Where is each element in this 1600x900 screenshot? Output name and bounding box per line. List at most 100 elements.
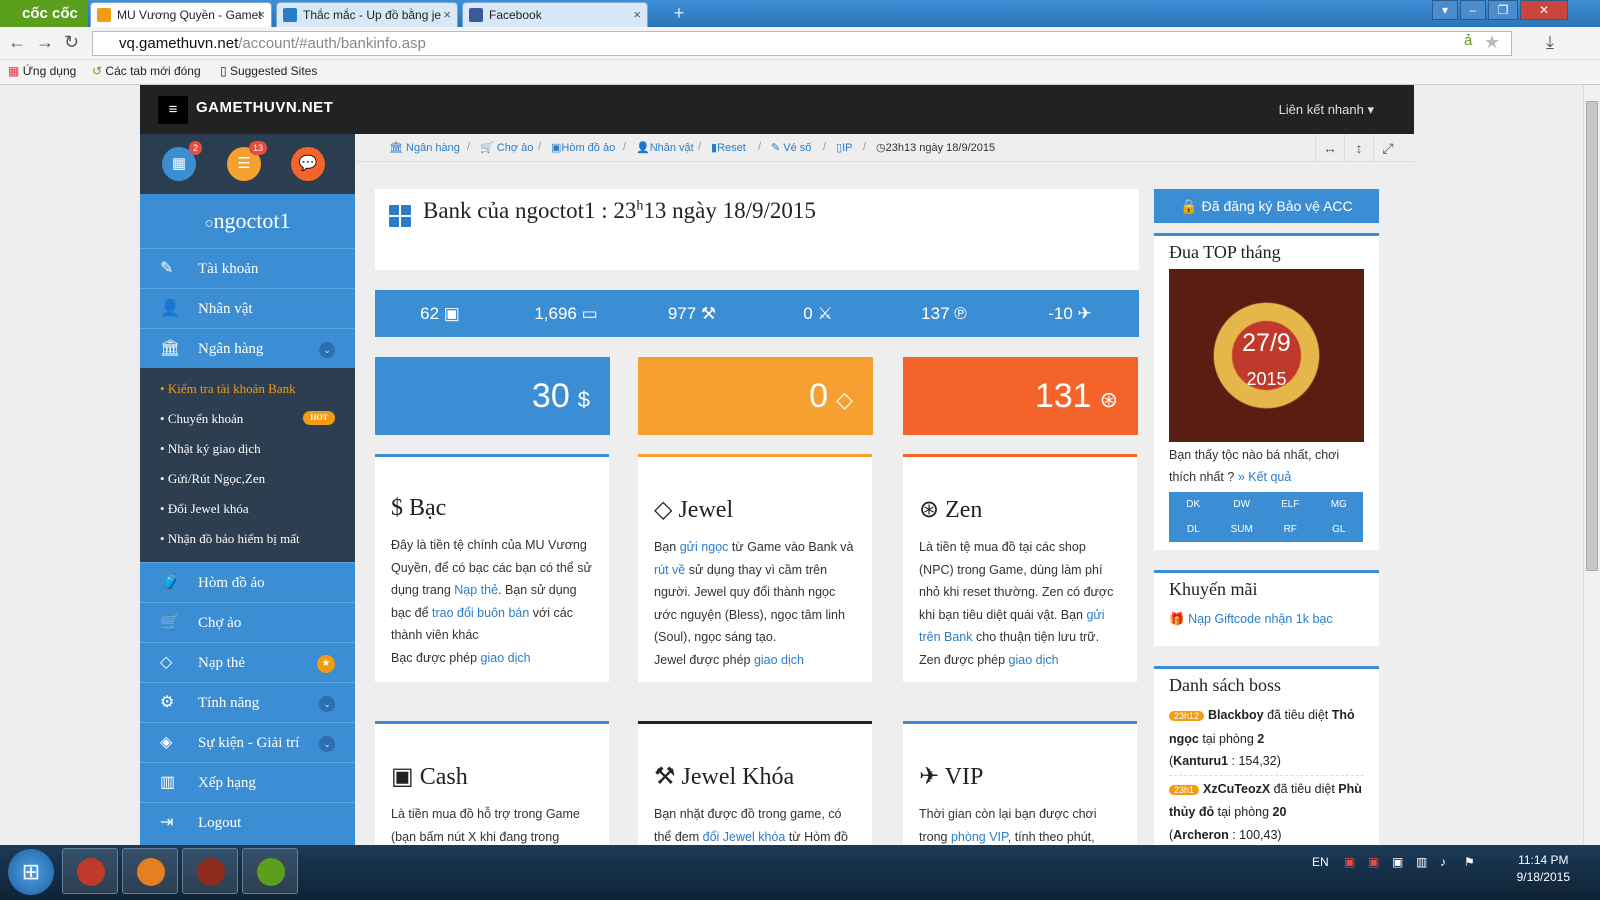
quick-links-dropdown[interactable]: Liên kết nhanh ▾: [1279, 102, 1374, 118]
taskbar-app-coccoc[interactable]: [242, 848, 298, 894]
system-clock[interactable]: 11:14 PM 9/18/2015: [1517, 852, 1570, 886]
site-brand-logo[interactable]: GAMETHUVN.NET: [196, 95, 333, 121]
sidebar-item-account[interactable]: ✎ Tài khoản: [140, 248, 355, 288]
back-icon[interactable]: ←: [8, 32, 26, 53]
close-tab-icon[interactable]: ×: [633, 3, 641, 27]
withdraw-link[interactable]: rút về: [654, 563, 685, 577]
scrollbar-thumb[interactable]: [1586, 101, 1598, 571]
maximize-button[interactable]: ❐: [1488, 0, 1518, 20]
sidebar-item-bank[interactable]: 🏛 Ngân hàng ⌄: [140, 328, 355, 368]
submenu-insurance[interactable]: • Nhận đồ bảo hiểm bị mất: [140, 524, 355, 554]
breadcrumb-bank[interactable]: 🏛 Ngân hàng: [389, 141, 460, 154]
class-dk[interactable]: DK: [1169, 492, 1218, 517]
sidebar-item-ranking[interactable]: ▥ Xếp hạng: [140, 762, 355, 802]
volume-icon[interactable]: ♪: [1440, 855, 1446, 869]
list-button[interactable]: ☰ 13: [227, 141, 267, 181]
results-link[interactable]: » Kết quả: [1238, 470, 1292, 484]
topup-link[interactable]: Nạp thẻ: [454, 583, 498, 597]
breadcrumb-chest[interactable]: ▣Hòm đồ ảo: [551, 141, 615, 154]
panel-title: Khuyến mãi: [1169, 579, 1258, 599]
stat-plane: -10 ✈: [1048, 304, 1092, 323]
page-scrollbar[interactable]: [1583, 85, 1600, 845]
recent-tabs-bookmark[interactable]: ↺ Các tab mới đóng: [92, 64, 201, 78]
taskbar-app-3[interactable]: [182, 848, 238, 894]
menu-button[interactable]: ▾: [1432, 0, 1458, 20]
trade-link[interactable]: trao đổi buôn bán: [432, 606, 529, 620]
reload-icon[interactable]: ↻: [64, 32, 79, 53]
sidebar-item-events[interactable]: ◈ Sự kiện - Giải trí ⌄: [140, 722, 355, 762]
card-text: Đây là tiền tệ chính của MU Vương Quyền,…: [391, 538, 592, 665]
breadcrumb-reset[interactable]: ▮Reset: [711, 141, 746, 154]
submenu-jewel-lock[interactable]: • Đổi Jewel khóa: [140, 494, 355, 524]
submenu-transaction-log[interactable]: • Nhật ký giao dịch: [140, 434, 355, 464]
calendar-icon: ▦: [171, 155, 187, 172]
list-icon: ☰: [237, 155, 251, 172]
close-tab-icon[interactable]: ×: [443, 3, 451, 27]
bookmark-star-icon[interactable]: ★: [1484, 32, 1500, 53]
submenu-transfer[interactable]: • Chuyển khoản HOT: [140, 404, 355, 434]
sidebar-item-character[interactable]: 👤 Nhân vật: [140, 288, 355, 328]
sidebar-item-logout[interactable]: ⇥ Logout: [140, 802, 355, 842]
vip-room-link[interactable]: phòng VIP: [951, 830, 1008, 844]
taskbar-app-1[interactable]: [62, 848, 118, 894]
account-protection-button[interactable]: 🔒 Đã đăng ký Bảo vệ ACC: [1154, 189, 1379, 223]
class-dl[interactable]: DL: [1169, 517, 1218, 542]
sidebar-item-topup[interactable]: ◇ Nạp thẻ ★: [140, 642, 355, 682]
close-tab-icon[interactable]: ×: [257, 3, 265, 27]
calendar-button[interactable]: ▦ 2: [162, 141, 202, 181]
browser-tab-gamethuvn[interactable]: Thắc mắc - Up đồ bằng je ×: [276, 2, 458, 27]
giftcode-link[interactable]: 🎁 Nạp Giftcode nhận 1k bạc: [1169, 606, 1364, 641]
minimize-button[interactable]: –: [1460, 0, 1486, 20]
taskbar-app-2[interactable]: [122, 848, 178, 894]
sidebar-item-market[interactable]: 🛒 Chợ ảo: [140, 602, 355, 642]
sword-icon: ⚔: [817, 304, 833, 323]
class-mg[interactable]: MG: [1315, 492, 1364, 517]
start-button[interactable]: ⊞: [8, 849, 54, 895]
forward-icon[interactable]: →: [36, 32, 54, 53]
list-badge: 13: [248, 141, 267, 155]
horizontal-resize-icon[interactable]: ↔: [1315, 134, 1344, 162]
card-title: ▣ Cash: [391, 764, 468, 790]
url-input[interactable]: vq.gamethuvn.net/account/#auth/bankinfo.…: [92, 31, 1512, 56]
browser-tab-mu[interactable]: MU Vương Quyền - Gamet ×: [90, 2, 272, 27]
network-icon[interactable]: ▥: [1416, 855, 1427, 869]
breadcrumb-character[interactable]: 👤Nhân vật: [636, 141, 694, 154]
breadcrumb-ip[interactable]: ▯IP: [836, 141, 852, 154]
exchange-jewel-lock-link[interactable]: đổi Jewel khóa: [703, 830, 786, 844]
browser-tab-facebook[interactable]: Facebook ×: [462, 2, 648, 27]
transaction-link[interactable]: giao dịch: [481, 651, 531, 665]
breadcrumb-lottery[interactable]: ✎ Vé số: [771, 141, 811, 154]
breadcrumb-time: ◷23h13 ngày 18/9/2015: [876, 142, 996, 154]
hamburger-menu-icon[interactable]: ≡: [158, 96, 188, 124]
fullscreen-icon[interactable]: ⤢: [1373, 134, 1402, 162]
class-dw[interactable]: DW: [1218, 492, 1267, 517]
tray-v-icon[interactable]: ▣: [1344, 855, 1355, 869]
submenu-check-bank[interactable]: • Kiểm tra tài khoản Bank: [140, 374, 355, 404]
sidebar-item-features[interactable]: ⚙ Tính năng ⌄: [140, 682, 355, 722]
browser-logo[interactable]: cốc cốc: [0, 0, 88, 27]
class-gl[interactable]: GL: [1315, 517, 1364, 542]
tray-app-icon[interactable]: ▣: [1368, 855, 1379, 869]
download-icon[interactable]: ⤓: [1546, 32, 1554, 53]
send-jewel-link[interactable]: gửi ngọc: [680, 540, 729, 554]
apps-bookmark[interactable]: ▦ Ứng dụng: [8, 64, 76, 78]
tray-app2-icon[interactable]: ▣: [1392, 855, 1403, 869]
chat-button[interactable]: 💬: [291, 147, 325, 181]
sidebar: ▦ 2 ☰ 13 💬 ○ngoctot1 ✎ Tài khoản 👤 Nhân vật …: [140, 134, 355, 845]
flag-icon[interactable]: ⚑: [1464, 855, 1475, 869]
sidebar-item-virtual-chest[interactable]: 🧳 Hòm đồ ảo: [140, 562, 355, 602]
hot-badge: HOT: [303, 411, 335, 425]
transaction-link[interactable]: giao dịch: [754, 653, 804, 667]
breadcrumb-market[interactable]: 🛒 Chợ ảo: [480, 141, 533, 154]
class-rf[interactable]: RF: [1266, 517, 1315, 542]
new-tab-button[interactable]: +: [666, 4, 692, 24]
close-window-button[interactable]: ✕: [1520, 0, 1568, 20]
submenu-deposit-withdraw[interactable]: • Gửi/Rút Ngọc,Zen: [140, 464, 355, 494]
class-sum[interactable]: SUM: [1218, 517, 1267, 542]
transaction-link[interactable]: giao dịch: [1009, 653, 1059, 667]
suggested-sites-bookmark[interactable]: ▯ Suggested Sites: [220, 64, 317, 78]
vertical-resize-icon[interactable]: ↕: [1344, 134, 1373, 162]
class-elf[interactable]: ELF: [1266, 492, 1315, 517]
extension-icon[interactable]: ả: [1464, 32, 1472, 49]
language-indicator[interactable]: EN: [1312, 855, 1329, 869]
